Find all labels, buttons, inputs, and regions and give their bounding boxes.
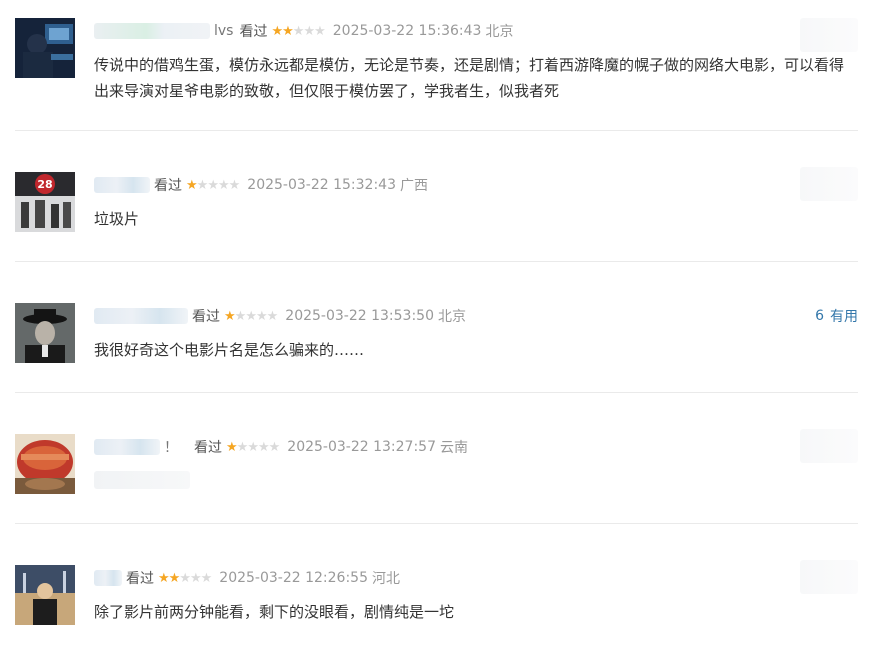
rating-stars: ★ ★ ★ ★ ★ [226,439,281,455]
comment-meta: lvs 看过 ★ ★ ★ ★ ★ 2025-03-22 15:36:43 北京 [94,18,513,44]
star-icon: ★ [158,570,170,586]
star-icon: ★ [292,23,305,39]
username-blurred[interactable] [94,570,122,586]
username-blurred[interactable] [94,308,188,324]
star-icon: ★ [245,308,257,324]
watch-status: 看过 [194,440,222,456]
comment-text: 我很好奇这个电影片名是怎么骗来的…… [94,341,365,359]
vote-area-blurred [800,167,858,201]
comment-time: 2025-03-22 12:26:55 [219,570,368,586]
star-icon: ★ [226,439,238,455]
watch-status: 看过 [192,309,220,325]
star-icon: ★ [234,308,247,324]
comment-location: 北京 [485,24,514,40]
star-icon: ★ [217,177,230,193]
comment-meta: 看过 ★ ★ ★ ★ ★ 2025-03-22 15:32:43 广西 [94,172,428,198]
rating-stars: ★ ★ ★ ★ ★ [224,308,279,324]
rating-stars: ★ ★ ★ ★ ★ [186,177,241,193]
comment-time: 2025-03-22 13:53:50 [285,308,434,324]
comment-item: 看过 ★ ★ ★ ★ ★ 2025-03-22 12:26:55 河北 除了影片前两分钟… [15,524,858,644]
comment-item: 28 看过 ★ ★ ★ ★ ★ 2025-03-22 15:32:43 广西 垃圾片 [15,131,858,262]
star-icon: ★ [224,308,236,324]
star-icon: ★ [196,177,209,193]
comment-location: 云南 [439,440,468,456]
star-icon: ★ [282,23,294,39]
star-icon: ★ [200,570,213,586]
useful-button[interactable]: 有用 [830,306,858,326]
star-icon: ★ [266,308,279,324]
comment-text: 传说中的借鸡生蛋，模仿永远都是模仿，无论是节奏，还是剧情；打着西游降魔的幌子做的… [94,56,845,100]
comment-meta: ！ 看过 ★ ★ ★ ★ ★ 2025-03-22 13:27:57 云南 [94,434,468,460]
comment-meta: 看过 ★ ★ ★ ★ ★ 2025-03-22 13:53:50 北京 [94,303,466,329]
comment-text: 除了影片前两分钟能看，剩下的没眼看，剧情纯是一坨 [94,603,455,621]
vote-area-blurred [800,18,858,52]
star-icon: ★ [247,439,259,455]
star-icon: ★ [257,439,270,455]
star-icon: ★ [189,570,202,586]
star-icon: ★ [179,570,191,586]
useful-count: 6 [815,308,824,324]
username[interactable]: lvs [214,23,233,39]
star-icon: ★ [236,439,249,455]
rating-stars: ★ ★ ★ ★ ★ [271,23,326,39]
star-icon: ★ [268,439,281,455]
star-icon: ★ [271,23,283,39]
comment-item: 看过 ★ ★ ★ ★ ★ 2025-03-22 13:53:50 北京 我很好奇这个电影… [15,262,858,393]
star-icon: ★ [207,177,219,193]
avatar[interactable]: 28 [15,172,75,232]
avatar[interactable] [15,565,75,625]
avatar[interactable] [15,434,75,494]
star-icon: ★ [186,177,198,193]
username-blurred[interactable] [94,23,210,39]
vote-area-blurred [800,560,858,594]
star-icon: ★ [228,177,241,193]
svg-text:28: 28 [37,178,52,191]
avatar[interactable] [15,303,75,363]
username[interactable]: ！ [164,437,178,457]
comment-location: 广西 [399,178,428,194]
comment-location: 北京 [437,309,466,325]
comment-meta: 看过 ★ ★ ★ ★ ★ 2025-03-22 12:26:55 河北 [94,565,400,591]
comment-item: lvs 看过 ★ ★ ★ ★ ★ 2025-03-22 15:36:43 北京 传说中的… [15,18,858,131]
comment-location: 河北 [371,571,400,587]
star-icon: ★ [168,570,181,586]
comment-text: 垃圾片 [94,210,140,228]
watch-status: 看过 [126,571,154,587]
comment-list: lvs 看过 ★ ★ ★ ★ ★ 2025-03-22 15:36:43 北京 传说中的… [0,18,872,644]
comment-time: 2025-03-22 15:32:43 [247,177,396,193]
vote-area-blurred [800,429,858,463]
star-icon: ★ [255,308,268,324]
star-icon: ★ [303,23,315,39]
username-blurred[interactable] [94,439,160,455]
comment-time: 2025-03-22 13:27:57 [287,439,436,455]
comment-item: ！ 看过 ★ ★ ★ ★ ★ 2025-03-22 13:27:57 云南 [15,393,858,524]
star-icon: ★ [314,23,326,39]
username-blurred[interactable] [94,177,150,193]
rating-stars: ★ ★ ★ ★ ★ [158,570,213,586]
comment-time: 2025-03-22 15:36:43 [332,23,482,39]
comment-text-blurred [94,471,190,489]
watch-status: 看过 [239,24,268,40]
avatar[interactable] [15,18,75,78]
watch-status: 看过 [154,178,182,194]
useful-vote[interactable]: 6 有用 [815,303,858,329]
